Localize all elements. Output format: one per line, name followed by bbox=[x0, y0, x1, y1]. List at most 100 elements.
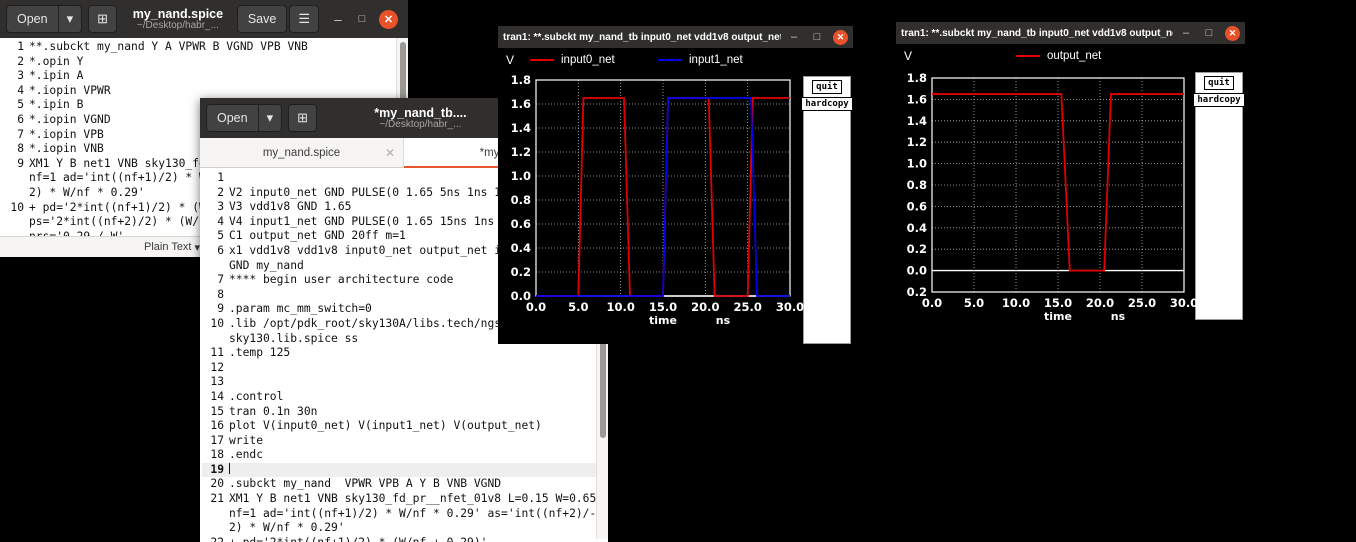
line-number: 4 bbox=[217, 214, 224, 228]
minimize-icon[interactable]: – bbox=[1179, 27, 1193, 39]
line-text: plot V(input0_net) V(input1_net) V(outpu… bbox=[229, 419, 542, 433]
ngspice-plot-window-inputs[interactable]: tran1: **.subckt my_nand_tb input0_net v… bbox=[498, 26, 853, 344]
tab-my-nand-spice[interactable]: my_nand.spice ✕ bbox=[200, 138, 404, 167]
minimize-icon[interactable]: – bbox=[331, 12, 345, 27]
line-text: **** begin user architecture code bbox=[229, 273, 454, 287]
line-number: 21 bbox=[210, 492, 224, 506]
line-text: nrs='0.29 / W' bbox=[29, 230, 124, 236]
page-title: *my_nand_tb.... bbox=[374, 106, 467, 120]
line-number: 3 bbox=[217, 200, 224, 214]
line-number bbox=[202, 332, 229, 347]
syntax-selector[interactable]: Plain Text bbox=[144, 241, 192, 253]
maximize-icon[interactable]: □ bbox=[355, 13, 369, 25]
line-number: 6 bbox=[217, 243, 224, 257]
line-number: 9 bbox=[17, 156, 24, 170]
svg-text:1.2: 1.2 bbox=[907, 135, 927, 149]
plot-graph-input-nets: 0.00.20.40.60.81.01.21.41.61.80.0 5.0 10.0… bbox=[511, 73, 805, 327]
line-text: + pd='2*int((nf+1)/2) * (W/ bbox=[29, 200, 213, 214]
line-text: *.opin Y bbox=[29, 54, 84, 68]
close-tab-icon[interactable]: ✕ bbox=[385, 146, 395, 160]
page-subtitle: ~/Desktop/habr_... bbox=[136, 20, 219, 31]
line-number bbox=[202, 507, 229, 522]
window-controls[interactable]: – □ ✕ bbox=[1173, 25, 1240, 41]
line-text: sky130.lib.spice ss bbox=[229, 331, 359, 345]
line-number: 3 bbox=[17, 69, 24, 83]
line-text: *.iopin VPWR bbox=[29, 83, 111, 97]
line-number: 5 bbox=[217, 229, 224, 243]
page-subtitle: ~/Desktop/habr_... bbox=[379, 119, 462, 130]
svg-text:0.8: 0.8 bbox=[907, 178, 927, 192]
window-titlebar[interactable]: tran1: **.subckt my_nand_tb input0_net v… bbox=[498, 26, 853, 48]
page-title: my_nand.spice bbox=[132, 7, 224, 21]
minimize-icon[interactable]: – bbox=[787, 31, 801, 43]
window-titlebar[interactable]: Open ▾ ⊞ my_nand.spice ~/Desktop/habr_..… bbox=[0, 0, 408, 38]
line-number: 13 bbox=[210, 375, 224, 389]
open-button-group[interactable]: Open ▾ bbox=[6, 5, 83, 33]
svg-text:25.0: 25.0 bbox=[733, 300, 761, 314]
line-number: 2 bbox=[217, 185, 224, 199]
code-line: 21 XM1 Y B net1 VNB sky130_fd_pr__nfet_01… bbox=[202, 492, 608, 507]
svg-text:0.6: 0.6 bbox=[511, 217, 531, 231]
svg-text:1.4: 1.4 bbox=[511, 121, 531, 135]
code-line: 4 *.iopin VPWR bbox=[2, 84, 408, 99]
open-button-group[interactable]: Open ▾ bbox=[206, 104, 283, 132]
svg-text:25.0: 25.0 bbox=[1128, 296, 1156, 310]
maximize-icon[interactable]: □ bbox=[810, 31, 824, 43]
maximize-icon[interactable]: □ bbox=[1202, 27, 1216, 39]
ngspice-plot-window-output[interactable]: tran1: **.subckt my_nand_tb input0_net v… bbox=[896, 22, 1245, 320]
line-number: 1 bbox=[17, 40, 24, 53]
quit-button[interactable]: quit bbox=[1204, 76, 1234, 90]
svg-text:0.2: 0.2 bbox=[511, 265, 531, 279]
line-text: *.iopin VPB bbox=[29, 127, 104, 141]
svg-text:time: time bbox=[649, 314, 677, 327]
new-tab-icon[interactable]: ⊞ bbox=[288, 104, 318, 132]
line-text: x1 vdd1v8 vdd1v8 input0_net output_net i… bbox=[229, 243, 508, 257]
chevron-down-icon[interactable]: ▾ bbox=[58, 5, 83, 33]
line-number: 8 bbox=[17, 142, 24, 156]
plot-button-panel[interactable]: quit hardcopy bbox=[801, 76, 853, 344]
hardcopy-button[interactable]: hardcopy bbox=[1193, 93, 1245, 107]
plot-button-panel[interactable]: quit hardcopy bbox=[1193, 72, 1245, 320]
page-title: tran1: **.subckt my_nand_tb input0_net v… bbox=[503, 31, 781, 43]
line-text: nf=1 ad='int((nf+1)/2) * W/nf * 0.29' as… bbox=[229, 506, 597, 520]
line-text: .param mc_mm_switch=0 bbox=[229, 302, 372, 316]
scrollbar-thumb[interactable] bbox=[600, 338, 606, 438]
hardcopy-button[interactable]: hardcopy bbox=[801, 97, 853, 111]
svg-text:0.4: 0.4 bbox=[907, 221, 927, 235]
window-controls[interactable]: – □ ✕ bbox=[781, 29, 848, 45]
close-icon[interactable]: ✕ bbox=[379, 9, 398, 29]
code-line: 11 .temp 125 bbox=[202, 346, 608, 361]
line-text: nf=1 ad='int((nf+1)/2) * W/ bbox=[29, 171, 213, 185]
close-icon[interactable]: ✕ bbox=[1225, 25, 1240, 41]
line-text: tran 0.1n 30n bbox=[229, 404, 318, 418]
svg-text:0.0: 0.0 bbox=[907, 264, 927, 278]
chevron-down-icon[interactable]: ▾ bbox=[258, 104, 283, 132]
quit-button[interactable]: quit bbox=[812, 80, 842, 94]
svg-text:30.0: 30.0 bbox=[1170, 296, 1198, 310]
line-number bbox=[2, 215, 29, 230]
line-number bbox=[2, 186, 29, 201]
code-line: 19 bbox=[202, 462, 608, 478]
open-button[interactable]: Open bbox=[206, 104, 259, 132]
code-line: 1 **.subckt my_nand Y A VPWR B VGND VPB V… bbox=[2, 40, 408, 55]
hamburger-menu-icon[interactable]: ☰ bbox=[289, 5, 319, 33]
window-controls[interactable]: – □ ✕ bbox=[321, 9, 402, 29]
line-number: 10 bbox=[10, 200, 24, 214]
line-number: 11 bbox=[210, 346, 224, 360]
svg-text:1.2: 1.2 bbox=[511, 145, 531, 159]
svg-text:5.0: 5.0 bbox=[964, 296, 984, 310]
code-line: 18 .endc bbox=[202, 448, 608, 463]
line-text bbox=[229, 463, 230, 478]
svg-text:30.0: 30.0 bbox=[776, 300, 804, 314]
line-number bbox=[2, 230, 29, 236]
new-tab-icon[interactable]: ⊞ bbox=[88, 5, 118, 33]
line-number: 5 bbox=[17, 98, 24, 112]
window-titlebar[interactable]: tran1: **.subckt my_nand_tb input0_net v… bbox=[896, 22, 1245, 44]
open-button[interactable]: Open bbox=[6, 5, 59, 33]
line-text: 2) * W/nf * 0.29' bbox=[29, 185, 145, 199]
line-number: 18 bbox=[210, 448, 224, 462]
svg-text:1.8: 1.8 bbox=[907, 71, 927, 85]
line-number: 19 bbox=[210, 462, 224, 476]
close-icon[interactable]: ✕ bbox=[833, 29, 848, 45]
save-button[interactable]: Save bbox=[236, 5, 288, 33]
